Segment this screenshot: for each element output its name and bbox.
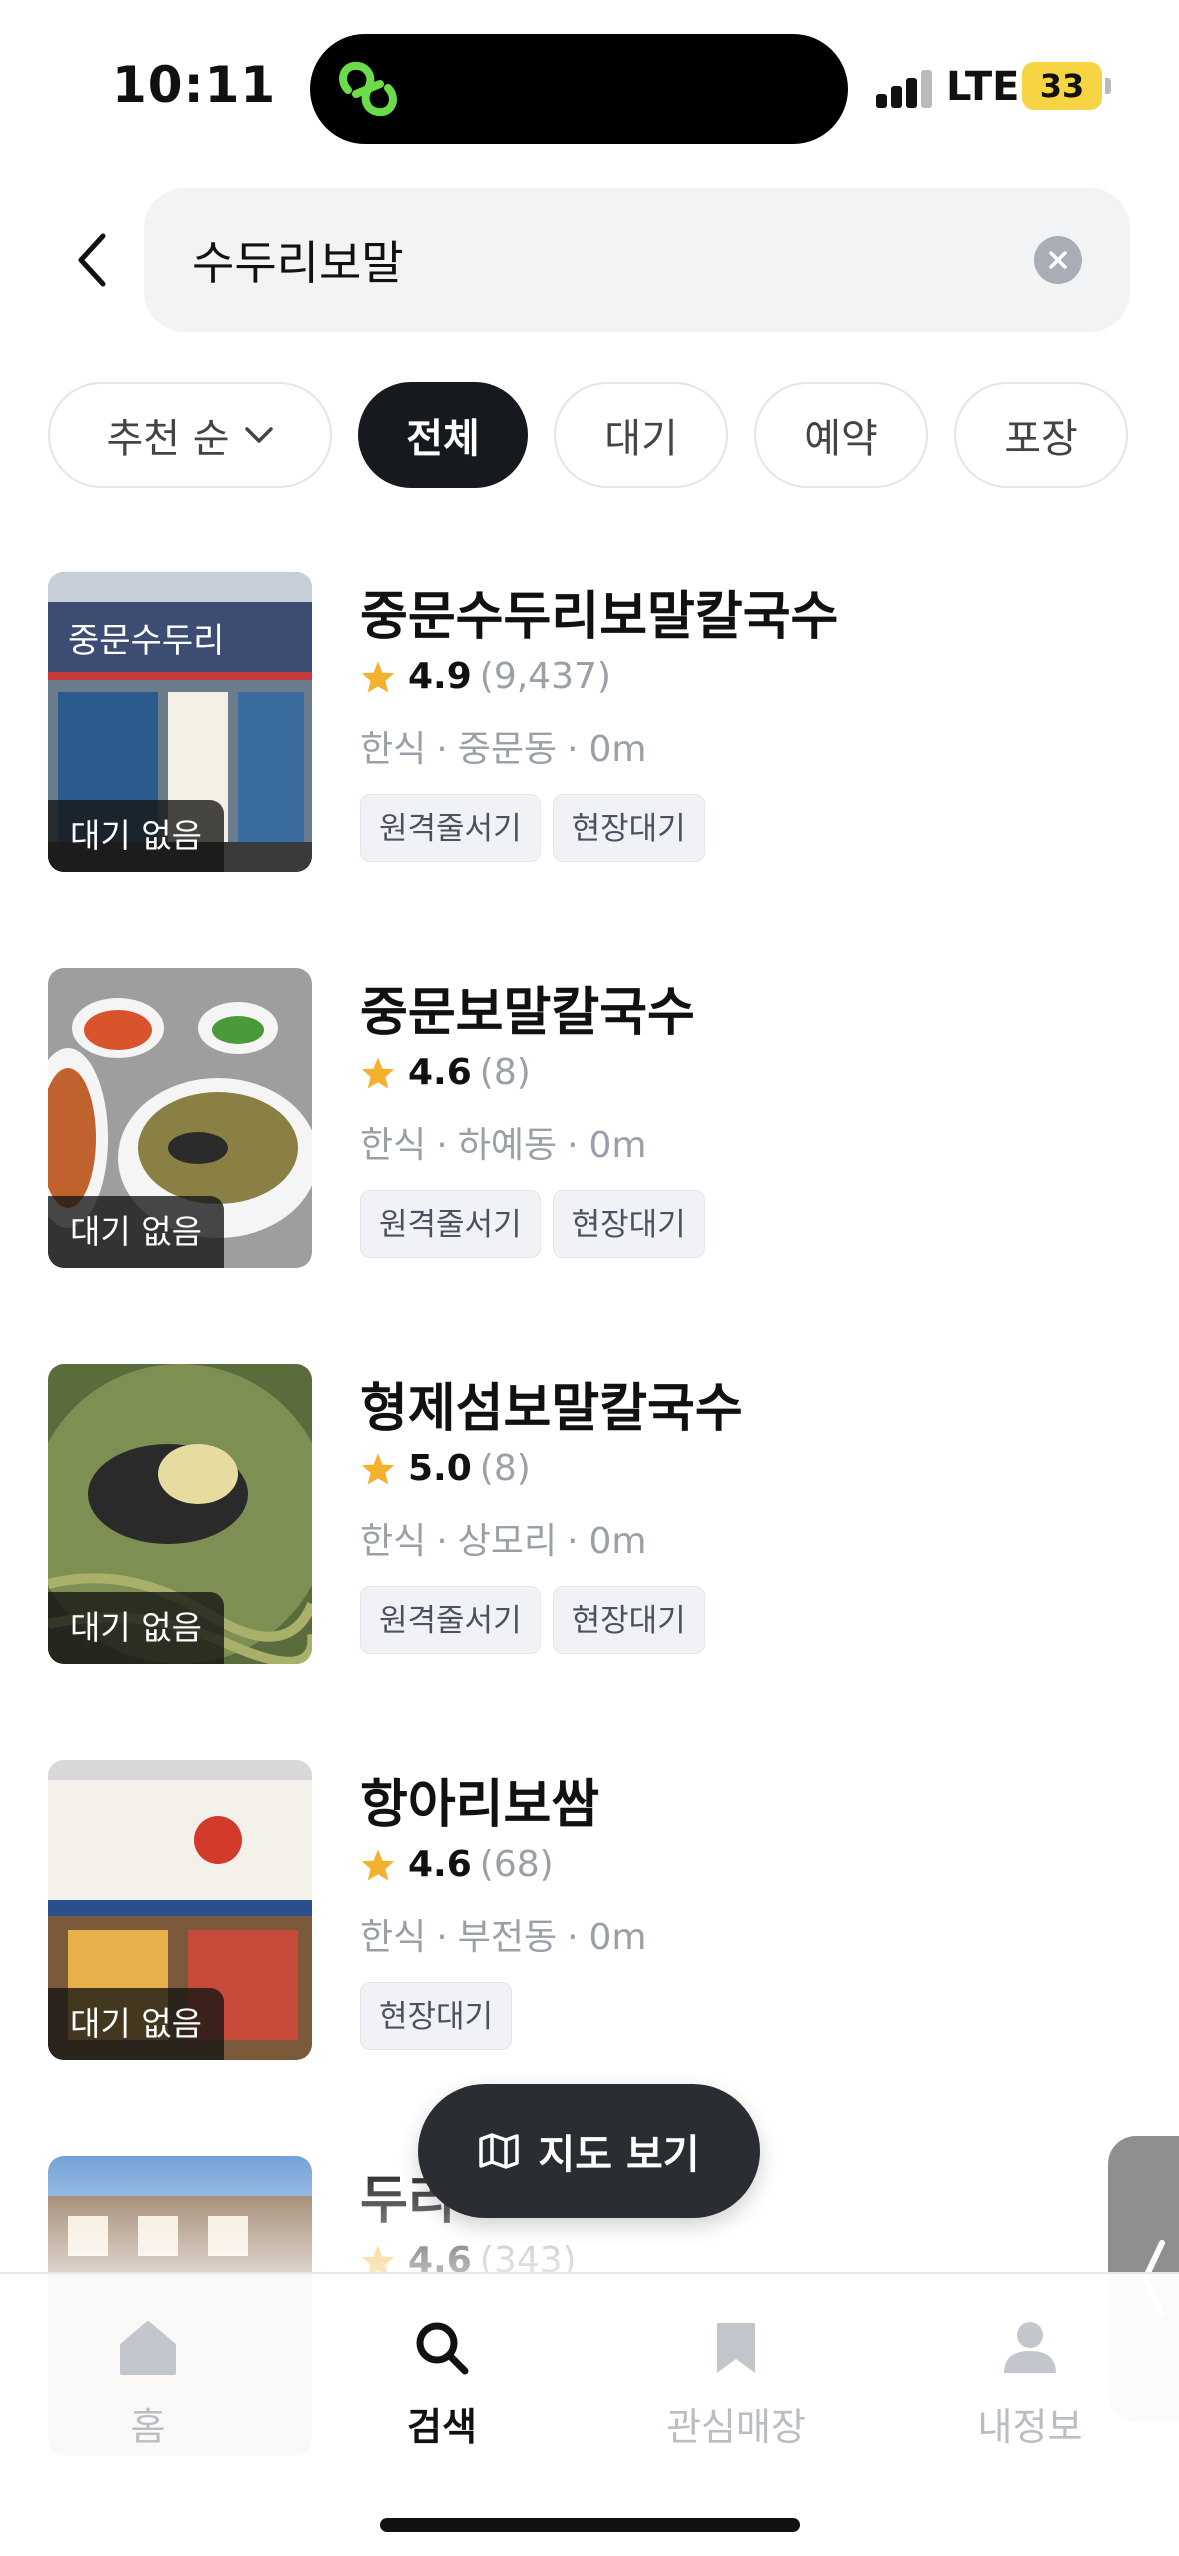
nav-favorites-label: 관심매장 bbox=[666, 2405, 806, 2449]
store-category: 한식 bbox=[360, 1125, 427, 1166]
nav-favorites[interactable]: 관심매장 bbox=[636, 2312, 836, 2451]
store-name: 중문보말칼국수 bbox=[360, 983, 695, 1043]
review-count: (8) bbox=[479, 1052, 531, 1093]
store-area: 하예동 bbox=[457, 1125, 558, 1166]
rating: 4.9 (9,437) bbox=[360, 656, 611, 697]
list-item[interactable]: 대기 없음 형제섬보말칼국수 5.0 (8) 한식 · 상모리 · 0m 원격줄서기 현… bbox=[0, 1364, 1179, 1760]
bottom-nav: 홈 검색 관심매장 내정보 bbox=[0, 2272, 1179, 2556]
tag-remote-queue: 원격줄서기 bbox=[360, 1190, 541, 1258]
list-item[interactable]: 대기 없음 중문보말칼국수 4.6 (8) 한식 · 하예동 · 0m 원격줄서기 현장… bbox=[0, 968, 1179, 1364]
back-button[interactable] bbox=[62, 220, 122, 300]
service-tags: 원격줄서기 현장대기 bbox=[360, 1586, 705, 1654]
service-tags: 현장대기 bbox=[360, 1982, 513, 2050]
wait-badge: 대기 없음 bbox=[48, 1988, 224, 2060]
store-photo: 대기 없음 bbox=[48, 968, 312, 1268]
tag-onsite-wait: 현장대기 bbox=[552, 794, 705, 862]
nav-profile-label: 내정보 bbox=[977, 2405, 1083, 2449]
result-list: 중문수두리 대기 없음 중문수두리보말칼국수 4.9 (9,437) 한식 · 중문… bbox=[0, 572, 1179, 2552]
list-item[interactable]: 중문수두리 대기 없음 중문수두리보말칼국수 4.9 (9,437) 한식 · 중문… bbox=[0, 572, 1179, 968]
service-tags: 원격줄서기 현장대기 bbox=[360, 1190, 705, 1258]
review-count: (68) bbox=[479, 1844, 554, 1885]
store-meta: 한식 · 하예동 · 0m bbox=[360, 1125, 647, 1166]
search-icon bbox=[416, 2322, 469, 2375]
map-view-label: 지도 보기 bbox=[538, 2132, 700, 2178]
chip-all[interactable]: 전체 bbox=[358, 382, 528, 488]
user-icon bbox=[1004, 2322, 1056, 2373]
store-name: 형제섬보말칼국수 bbox=[360, 1379, 743, 1439]
star-icon bbox=[361, 1056, 395, 1089]
store-area: 부전동 bbox=[457, 1917, 558, 1958]
nav-search-label: 검색 bbox=[407, 2405, 477, 2449]
tag-remote-queue: 원격줄서기 bbox=[360, 1586, 541, 1654]
rating-score: 4.6 bbox=[408, 1052, 472, 1093]
app-link-icon bbox=[339, 61, 397, 117]
tag-onsite-wait: 현장대기 bbox=[552, 1586, 705, 1654]
review-count: (8) bbox=[479, 1448, 531, 1489]
store-meta: 한식 · 중문동 · 0m bbox=[360, 729, 647, 770]
store-distance: 0m bbox=[588, 729, 647, 770]
home-indicator[interactable] bbox=[380, 2518, 800, 2532]
filter-chips: 추천 순 전체 대기 예약 포장 bbox=[48, 382, 1128, 488]
home-icon bbox=[120, 2321, 176, 2375]
star-icon bbox=[361, 1452, 395, 1485]
clear-icon bbox=[1049, 251, 1067, 269]
search-bar[interactable] bbox=[144, 188, 1130, 332]
store-name: 항아리보쌈 bbox=[360, 1775, 600, 1835]
store-photo: 대기 없음 bbox=[48, 1364, 312, 1664]
search-input[interactable] bbox=[192, 188, 992, 332]
store-meta: 한식 · 상모리 · 0m bbox=[360, 1521, 647, 1562]
rating-score: 5.0 bbox=[408, 1448, 472, 1489]
tag-onsite-wait: 현장대기 bbox=[552, 1190, 705, 1258]
tag-onsite-wait: 현장대기 bbox=[360, 1982, 513, 2050]
rating: 4.6 (8) bbox=[360, 1052, 531, 1093]
svg-text:중문수두리: 중문수두리 bbox=[68, 621, 224, 661]
rating-score: 4.6 bbox=[408, 1844, 472, 1885]
store-category: 한식 bbox=[360, 1917, 427, 1958]
chip-takeout[interactable]: 포장 bbox=[954, 382, 1128, 488]
signal-icon bbox=[876, 68, 934, 108]
clear-button[interactable] bbox=[1034, 236, 1082, 284]
nav-home[interactable]: 홈 bbox=[48, 2312, 248, 2451]
nav-search[interactable]: 검색 bbox=[342, 2312, 542, 2451]
nav-profile[interactable]: 내정보 bbox=[930, 2312, 1130, 2451]
store-distance: 0m bbox=[588, 1125, 647, 1166]
nav-home-label: 홈 bbox=[130, 2405, 166, 2449]
store-distance: 0m bbox=[588, 1917, 647, 1958]
dynamic-island bbox=[310, 34, 848, 144]
chip-reservation[interactable]: 예약 bbox=[754, 382, 928, 488]
store-distance: 0m bbox=[588, 1521, 647, 1562]
store-category: 한식 bbox=[360, 1521, 427, 1562]
sort-label: 추천 순 bbox=[106, 416, 230, 462]
store-name: 중문수두리보말칼국수 bbox=[360, 587, 839, 647]
rating: 4.6 (68) bbox=[360, 1844, 554, 1885]
status-bar: 10:11 LTE 33 bbox=[0, 0, 1179, 170]
star-icon bbox=[361, 660, 395, 693]
review-count: (9,437) bbox=[479, 656, 611, 697]
chip-waiting[interactable]: 대기 bbox=[554, 382, 728, 488]
rating: 5.0 (8) bbox=[360, 1448, 531, 1489]
network-label: LTE bbox=[946, 64, 1020, 110]
service-tags: 원격줄서기 현장대기 bbox=[360, 794, 705, 862]
store-photo: 대기 없음 bbox=[48, 1760, 312, 2060]
map-view-button[interactable]: 지도 보기 bbox=[418, 2084, 760, 2218]
rating-score: 4.9 bbox=[408, 656, 472, 697]
store-category: 한식 bbox=[360, 729, 427, 770]
store-area: 중문동 bbox=[457, 729, 558, 770]
wait-badge: 대기 없음 bbox=[48, 1196, 224, 1268]
store-area: 상모리 bbox=[457, 1521, 558, 1562]
sort-dropdown[interactable]: 추천 순 bbox=[48, 382, 332, 488]
map-icon bbox=[479, 2133, 520, 2169]
tag-remote-queue: 원격줄서기 bbox=[360, 794, 541, 862]
chevron-down-icon bbox=[244, 427, 273, 443]
wait-badge: 대기 없음 bbox=[48, 1592, 224, 1664]
wait-badge: 대기 없음 bbox=[48, 800, 224, 872]
store-photo: 중문수두리 대기 없음 bbox=[48, 572, 312, 872]
bookmark-icon bbox=[717, 2323, 755, 2373]
battery-icon: 33 bbox=[1022, 62, 1111, 110]
star-icon bbox=[361, 1848, 395, 1881]
store-meta: 한식 · 부전동 · 0m bbox=[360, 1917, 647, 1958]
status-time: 10:11 bbox=[112, 56, 277, 114]
chevron-left-icon bbox=[78, 233, 106, 287]
